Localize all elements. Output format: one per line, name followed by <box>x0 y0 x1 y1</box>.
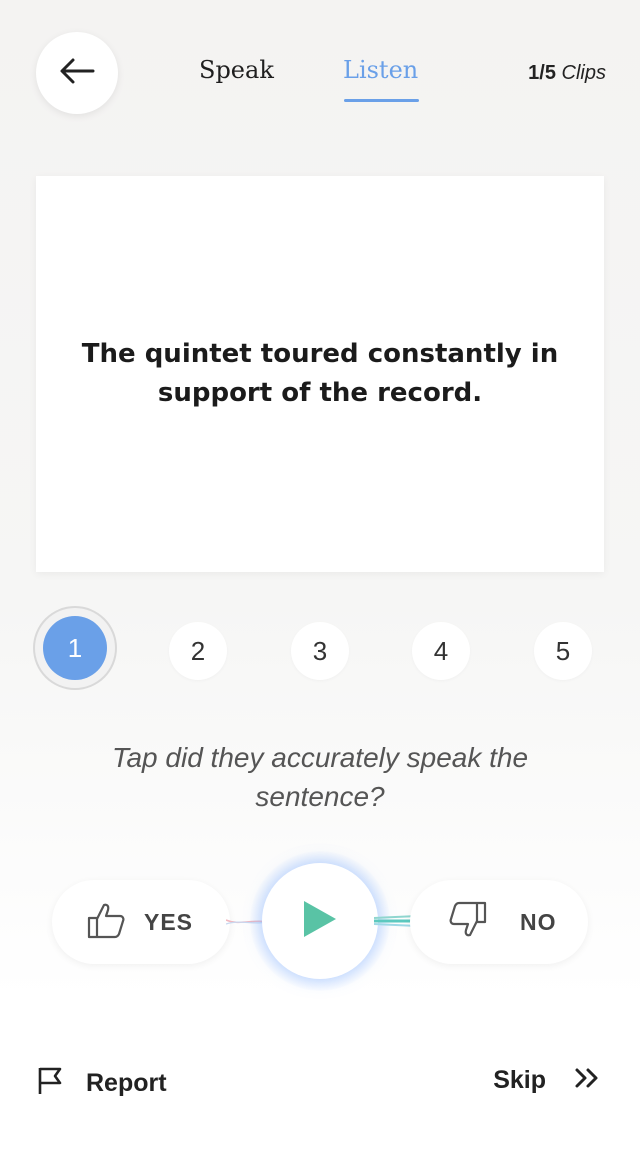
sentence-text: The quintet toured constantly in support… <box>81 339 559 408</box>
clip-1-button[interactable]: 1 <box>35 608 115 688</box>
clip-4-button[interactable]: 4 <box>412 622 470 680</box>
no-button[interactable]: NO <box>410 880 588 964</box>
back-button[interactable] <box>36 32 118 114</box>
arrow-left-icon <box>59 57 95 90</box>
skip-label: Skip <box>493 1066 546 1094</box>
clip-selector: 1 2 3 4 5 <box>0 608 640 690</box>
clip-3-button[interactable]: 3 <box>291 622 349 680</box>
skip-button[interactable]: Skip <box>493 1066 600 1095</box>
clips-word: Clips <box>561 62 606 84</box>
yes-label: YES <box>144 908 194 935</box>
double-chevron-right-icon <box>574 1067 600 1094</box>
play-icon <box>302 899 338 944</box>
tab-listen[interactable]: Listen <box>343 56 418 84</box>
yes-button[interactable]: YES <box>52 880 230 964</box>
thumbs-down-icon <box>448 900 488 945</box>
no-label: NO <box>520 908 557 935</box>
validation-prompt: Tap did they accurately speak the senten… <box>111 742 529 812</box>
clips-count: 1/5 <box>528 62 556 84</box>
report-label: Report <box>86 1069 167 1097</box>
tab-speak[interactable]: Speak <box>199 56 274 84</box>
report-button[interactable]: Report <box>36 1066 167 1101</box>
flag-icon <box>36 1066 64 1101</box>
play-button[interactable] <box>262 863 378 979</box>
sentence-card: The quintet toured constantly in support… <box>36 176 604 572</box>
clips-counter: 1/5 Clips <box>528 62 606 85</box>
clip-2-button[interactable]: 2 <box>169 622 227 680</box>
active-tab-indicator <box>344 99 419 102</box>
listen-screen: Speak Listen 1/5 Clips The quintet toure… <box>0 0 640 1157</box>
clip-number: 1 <box>43 616 107 680</box>
thumbs-up-icon <box>86 900 126 945</box>
clip-5-button[interactable]: 5 <box>534 622 592 680</box>
